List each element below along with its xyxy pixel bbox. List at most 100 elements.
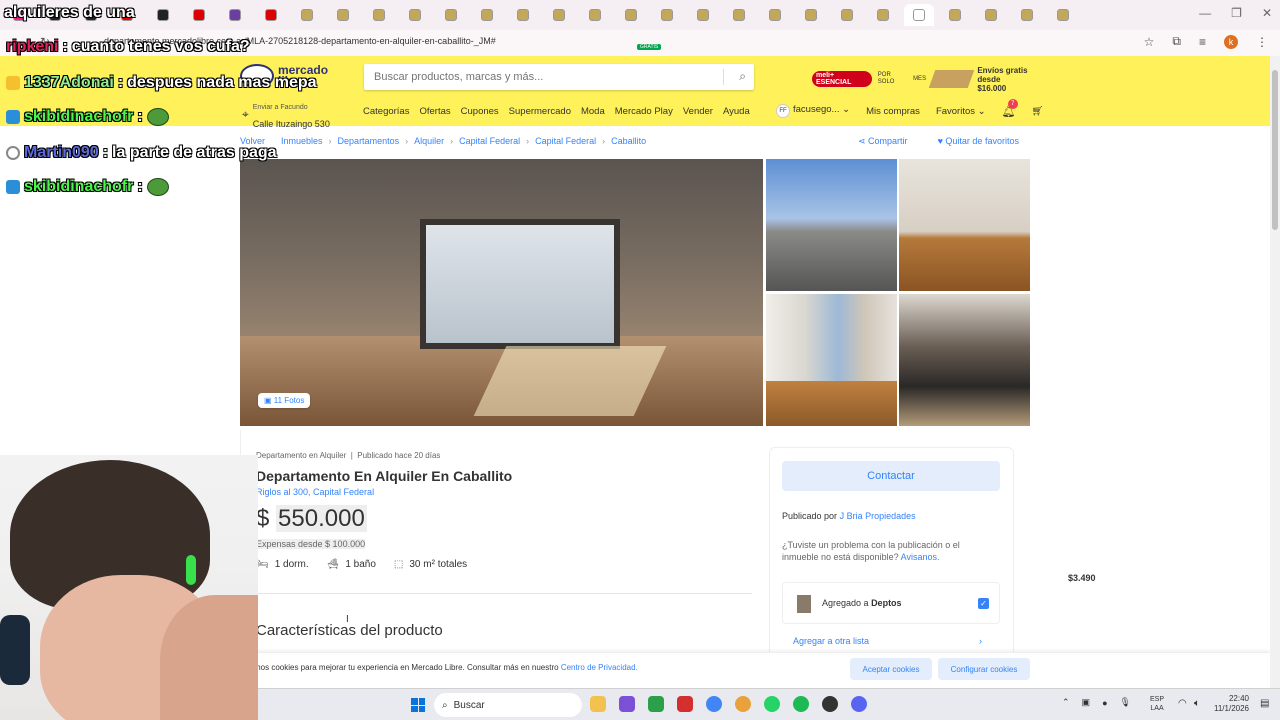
- browser-tab[interactable]: [256, 4, 286, 26]
- browser-tab[interactable]: [1012, 4, 1042, 26]
- browser-tab[interactable]: [112, 4, 142, 26]
- meli-plus-promo[interactable]: meli+ ESENCIAL POR SOLO $3.490 MES Envío…: [812, 66, 1096, 583]
- browser-tab[interactable]: [400, 4, 430, 26]
- browser-tab[interactable]: [76, 4, 106, 26]
- browser-tab[interactable]: [436, 4, 466, 26]
- breadcrumb-item[interactable]: Departamentos: [338, 136, 400, 146]
- thumbnail-photo[interactable]: [899, 159, 1030, 291]
- taskbar-search[interactable]: ⌕ Buscar: [434, 693, 582, 717]
- browser-tab[interactable]: [868, 4, 898, 26]
- tray-app-icon[interactable]: ▣: [1082, 697, 1091, 708]
- saved-list-item[interactable]: Agregado a Deptos ✓: [782, 582, 1000, 624]
- search-icon[interactable]: ⌕: [739, 69, 746, 84]
- main-photo[interactable]: [240, 159, 763, 426]
- whatsapp-icon[interactable]: [764, 696, 780, 712]
- browser-tab[interactable]: [832, 4, 862, 26]
- logo[interactable]: mercado libre: [240, 64, 328, 88]
- accept-cookies-button[interactable]: Aceptar cookies: [850, 658, 932, 680]
- breadcrumb-item[interactable]: Capital Federal: [459, 136, 520, 146]
- nav-item[interactable]: Moda: [581, 106, 605, 117]
- ms-store-icon[interactable]: [619, 696, 635, 712]
- browser-tab[interactable]: [148, 4, 178, 26]
- browser-tab[interactable]: [724, 4, 754, 26]
- breadcrumb-item[interactable]: Capital Federal: [535, 136, 596, 146]
- chrome-profile-icon[interactable]: [735, 696, 751, 712]
- browser-tab[interactable]: [688, 4, 718, 26]
- browser-tab[interactable]: [904, 4, 934, 26]
- browser-tab[interactable]: [544, 4, 574, 26]
- reading-list-icon[interactable]: ≡: [1199, 35, 1206, 49]
- search-input[interactable]: [364, 64, 714, 90]
- browser-tab[interactable]: [1048, 4, 1078, 26]
- browser-tab[interactable]: [328, 4, 358, 26]
- chrome-icon[interactable]: [706, 696, 722, 712]
- browser-tab[interactable]: [940, 4, 970, 26]
- language-indicator[interactable]: ESP LAA: [1150, 695, 1164, 713]
- configure-cookies-button[interactable]: Configurar cookies: [938, 658, 1030, 680]
- notifications-icon[interactable]: ▤: [1260, 698, 1269, 709]
- app-icon[interactable]: [822, 696, 838, 712]
- report-link[interactable]: Avisanos.: [901, 552, 940, 562]
- unfavorite-link[interactable]: ♥ Quitar de favoritos: [938, 136, 1019, 147]
- file-explorer-icon[interactable]: [590, 696, 606, 712]
- menu-icon[interactable]: ⋮: [1256, 35, 1268, 49]
- nav-item[interactable]: Cupones: [461, 106, 499, 117]
- browser-tab[interactable]: [292, 4, 322, 26]
- publisher-link[interactable]: J Bria Propiedades: [840, 511, 916, 521]
- browser-tab[interactable]: [40, 4, 70, 26]
- browser-tab[interactable]: [508, 4, 538, 26]
- browser-tab[interactable]: [760, 4, 790, 26]
- back-link[interactable]: Volver: [240, 136, 265, 146]
- clock[interactable]: 22:40 11/1/2026: [1214, 694, 1249, 714]
- breadcrumb-item[interactable]: Inmuebles: [281, 136, 323, 146]
- browser-tab[interactable]: [796, 4, 826, 26]
- minimize-icon[interactable]: —: [1199, 6, 1211, 20]
- contact-button[interactable]: Contactar: [782, 461, 1000, 491]
- notifications-bell-icon[interactable]: 🔔︎ 7: [1002, 98, 1018, 118]
- bookmark-star-icon[interactable]: ☆: [1144, 35, 1155, 49]
- extensions-icon[interactable]: ⧉: [1172, 34, 1181, 49]
- restore-icon[interactable]: ❐: [1231, 6, 1242, 20]
- microphone-icon[interactable]: 🎙︎: [1120, 697, 1131, 708]
- browser-tab[interactable]: [976, 4, 1006, 26]
- thumbnail-photo[interactable]: [766, 294, 897, 426]
- nav-item[interactable]: Ofertas: [419, 106, 450, 117]
- browser-tab[interactable]: [580, 4, 610, 26]
- user-menu[interactable]: FF facusego... ⌄: [776, 104, 850, 118]
- listing-address[interactable]: Riglos al 300, Capital Federal: [256, 487, 374, 497]
- nav-item[interactable]: Categorías: [363, 106, 409, 117]
- page-scrollbar[interactable]: [1270, 56, 1280, 688]
- spotify-icon[interactable]: [793, 696, 809, 712]
- profile-avatar[interactable]: k: [1224, 34, 1238, 49]
- favorites-link[interactable]: Favoritos ⌄: [936, 106, 986, 117]
- tray-app-icon[interactable]: ●: [1102, 698, 1107, 708]
- chevron-up-icon[interactable]: ⌃: [1062, 697, 1070, 708]
- volume-icon[interactable]: 🔈︎: [1194, 698, 1200, 709]
- cart-icon[interactable]: 🛒︎: [1032, 106, 1044, 117]
- windows-start-icon[interactable]: [411, 698, 425, 712]
- my-purchases-link[interactable]: Mis compras: [866, 106, 920, 117]
- wifi-icon[interactable]: ◠: [1178, 698, 1187, 709]
- browser-tab[interactable]: [4, 4, 34, 26]
- app-icon[interactable]: [648, 696, 664, 712]
- discord-icon[interactable]: [851, 696, 867, 712]
- reload-icon[interactable]: ↻: [40, 35, 50, 49]
- nav-item[interactable]: Vender: [683, 106, 713, 117]
- browser-tab[interactable]: [616, 4, 646, 26]
- url-field[interactable]: departamento.mercadolibre.com.ar/MLA-270…: [104, 36, 496, 46]
- nav-item[interactable]: Mercado Play: [615, 106, 673, 117]
- browser-tab[interactable]: [472, 4, 502, 26]
- browser-tab[interactable]: [220, 4, 250, 26]
- thumbnail-photo[interactable]: [899, 294, 1030, 426]
- breadcrumb-item[interactable]: Alquiler: [414, 136, 444, 146]
- close-window-icon[interactable]: ✕: [1262, 6, 1272, 20]
- browser-tab[interactable]: [184, 4, 214, 26]
- share-link[interactable]: ⋖ Compartir: [858, 136, 908, 147]
- privacy-link[interactable]: Centro de Privacidad.: [561, 663, 638, 672]
- nav-item[interactable]: Ayuda: [723, 106, 750, 117]
- thumbnail-photo[interactable]: [766, 159, 897, 291]
- delivery-location[interactable]: ⌖ Enviar a Facundo Calle Ituzaingo 530: [242, 96, 330, 132]
- breadcrumb-item[interactable]: Caballito: [611, 136, 646, 146]
- scrollbar-thumb[interactable]: [1272, 70, 1278, 230]
- add-other-list-link[interactable]: Agregar a otra lista ›: [793, 636, 982, 646]
